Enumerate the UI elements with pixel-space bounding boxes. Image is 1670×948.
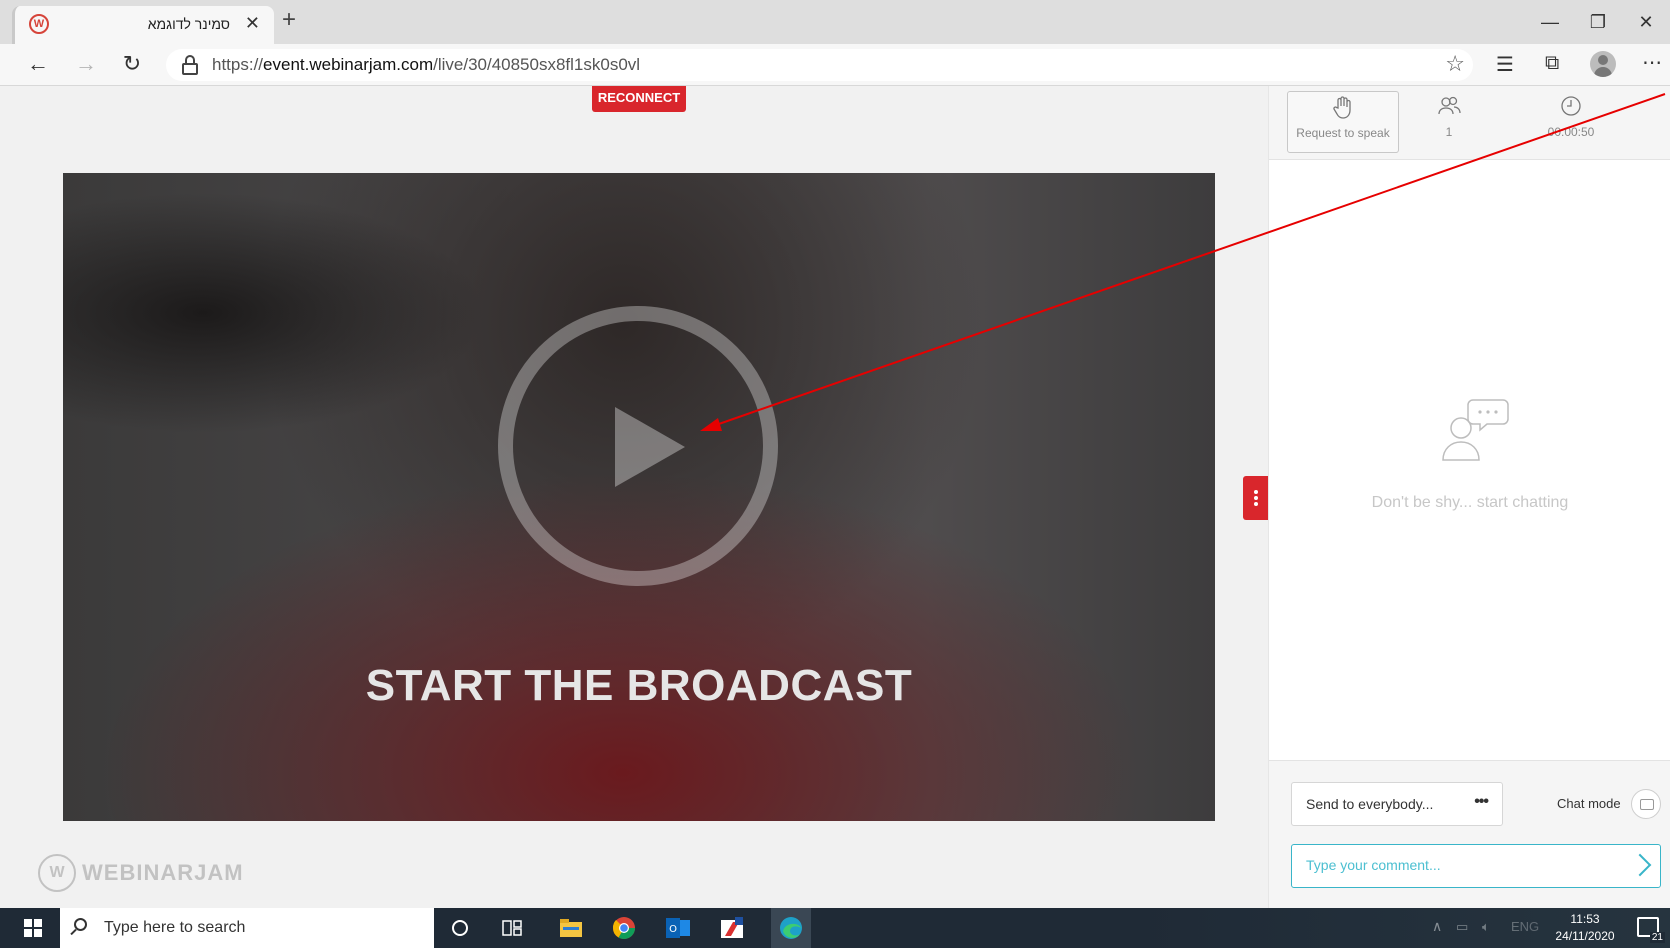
new-tab-button[interactable]: + — [282, 6, 296, 34]
notification-center-icon[interactable]: 21 — [1637, 917, 1665, 943]
clock-icon — [1516, 95, 1626, 121]
tray-expand-icon[interactable]: ∧ — [1432, 918, 1442, 935]
address-bar[interactable]: https://event.webinarjam.com/live/30/408… — [166, 49, 1473, 81]
elapsed-time: 00:00:50 — [1547, 125, 1595, 139]
favorite-star-icon[interactable]: ☆ — [1445, 51, 1465, 77]
file-explorer-icon[interactable] — [557, 914, 585, 942]
network-icon[interactable]: ▭ — [1456, 919, 1468, 935]
chat-mode-label: Chat mode — [1557, 796, 1621, 811]
video-player[interactable]: START THE BROADCAST — [63, 173, 1215, 821]
logo-text: WEBINARJAM — [82, 860, 244, 885]
tab-title: סמינר לדוגמא — [147, 16, 230, 32]
more-options-icon[interactable]: ••• — [1474, 793, 1489, 811]
pinned-app-icon[interactable] — [718, 914, 746, 942]
webinarjam-logo-icon: W — [38, 854, 76, 892]
window-controls: — ❐ ✕ — [1526, 0, 1670, 44]
request-to-speak-button[interactable]: Request to speak — [1287, 91, 1399, 153]
more-menu-icon[interactable]: ⋯ — [1642, 50, 1662, 75]
url-text[interactable]: https://event.webinarjam.com/live/30/408… — [212, 55, 640, 75]
windows-start-icon[interactable] — [24, 919, 42, 937]
elapsed-time-stat: 00:00:50 — [1516, 91, 1626, 153]
back-arrow-icon[interactable]: ← — [24, 51, 52, 79]
forward-arrow-icon[interactable]: → — [72, 51, 100, 79]
collections-icon[interactable]: ⧉ — [1545, 52, 1559, 75]
sidebar-toggle-button[interactable] — [1243, 476, 1269, 520]
browser-toolbar: ← → ↻ https://event.webinarjam.com/live/… — [0, 44, 1670, 86]
close-window-button[interactable]: ✕ — [1622, 0, 1670, 44]
clock-time: 11:53 — [1570, 912, 1600, 926]
chat-panel: Request to speak 1 00:00:50 Don't be shy… — [1268, 86, 1670, 908]
attendees-count: 1 — [1445, 125, 1453, 139]
attendees-icon — [1399, 95, 1499, 121]
play-icon[interactable] — [615, 407, 685, 487]
minimize-button[interactable]: — — [1526, 0, 1574, 44]
chat-footer: Send to everybody... ••• Chat mode — [1269, 760, 1670, 908]
refresh-icon[interactable]: ↻ — [118, 51, 146, 79]
chrome-icon[interactable] — [610, 914, 638, 942]
notification-count: 21 — [1649, 932, 1665, 943]
volume-icon[interactable]: 🔈︎ — [1482, 919, 1490, 935]
start-broadcast-label[interactable]: START THE BROADCAST — [63, 661, 1215, 711]
attendees-stat[interactable]: 1 — [1399, 91, 1499, 153]
browser-tabstrip: W סמינר לדוגמא ✕ + — ❐ ✕ — [0, 0, 1670, 44]
webinar-page: RECONNECT START THE BROADCAST W WEBINARJ… — [0, 86, 1670, 908]
chat-mode-toggle-icon[interactable] — [1631, 789, 1661, 819]
maximize-button[interactable]: ❐ — [1574, 0, 1622, 44]
send-to-select[interactable]: Send to everybody... ••• — [1291, 782, 1503, 826]
chat-empty-message: Don't be shy... start chatting — [1371, 494, 1569, 511]
comment-box[interactable] — [1291, 844, 1661, 888]
reconnect-button[interactable]: RECONNECT — [592, 86, 686, 112]
comment-input[interactable] — [1306, 857, 1606, 873]
taskbar-search-placeholder: Type here to search — [104, 919, 246, 936]
edge-icon[interactable] — [771, 908, 811, 948]
send-to-label: Send to everybody... — [1306, 796, 1434, 812]
profile-avatar-icon[interactable] — [1590, 51, 1616, 77]
tab-close-icon[interactable]: ✕ — [245, 13, 260, 34]
search-icon — [74, 918, 87, 931]
taskbar-search[interactable]: Type here to search — [60, 908, 434, 948]
language-indicator[interactable]: ENG — [1511, 919, 1539, 934]
webinarjam-favicon-icon: W — [29, 14, 49, 34]
svg-text:O: O — [669, 924, 677, 935]
outlook-icon[interactable]: O — [664, 914, 692, 942]
lock-icon — [182, 55, 198, 75]
windows-taskbar: Type here to search O ∧ ▭ 🔈︎ ENG 11:53 2… — [0, 908, 1670, 948]
chat-empty-illustration-icon — [1442, 399, 1509, 461]
browser-tab-active[interactable]: W סמינר לדוגמא ✕ — [12, 6, 274, 44]
send-arrow-icon[interactable] — [1628, 853, 1652, 877]
task-view-icon[interactable] — [498, 914, 526, 942]
webinarjam-logo: W WEBINARJAM — [38, 854, 244, 892]
chat-header: Request to speak 1 00:00:50 — [1269, 86, 1670, 160]
cortana-icon[interactable] — [446, 914, 474, 942]
request-to-speak-label: Request to speak — [1296, 126, 1390, 140]
clock-date: 24/11/2020 — [1555, 929, 1615, 943]
favorites-list-icon[interactable]: ☰ — [1496, 52, 1514, 77]
raised-hand-icon — [1288, 96, 1398, 122]
system-clock[interactable]: 11:53 24/11/2020 — [1545, 911, 1625, 945]
